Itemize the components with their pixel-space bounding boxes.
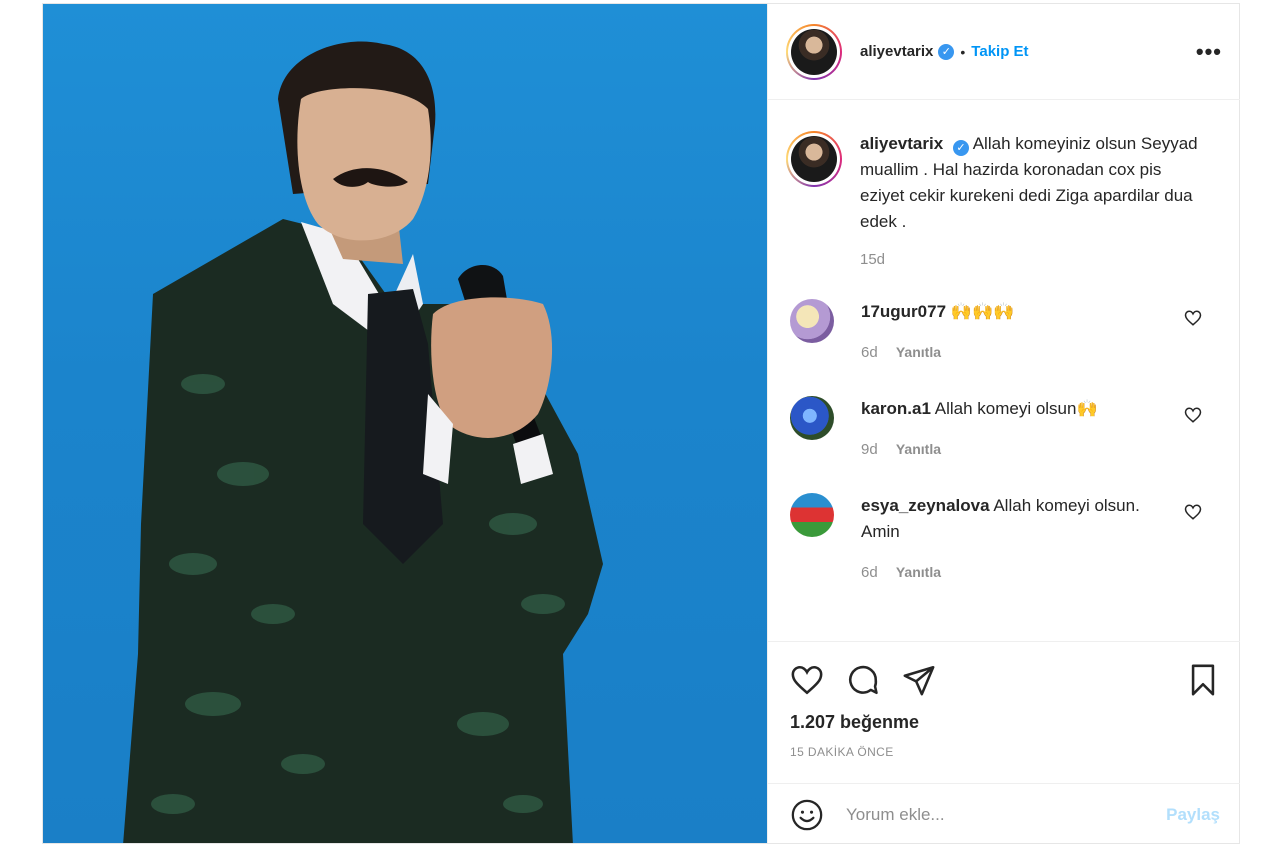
comment-time[interactable]: 6d [861, 564, 878, 581]
reply-button[interactable]: Yanıtla [896, 344, 941, 360]
post-dialog: aliyevtarix ✓ • Takip Et ••• aliyevtarix… [42, 3, 1240, 844]
caption: aliyevtarix ✓ Allah komeyiniz olsun Seyy… [768, 101, 1240, 273]
comment-username[interactable]: karon.a1 [861, 399, 931, 418]
photo-illustration [123, 41, 603, 843]
author-avatar[interactable] [786, 23, 842, 80]
like-comment-heart-icon[interactable] [1184, 406, 1202, 424]
add-comment-bar: Paylaş [768, 783, 1240, 845]
comment-text: 🙌🙌🙌 [950, 302, 1015, 322]
comment-meta: 6d Yanıtla [861, 559, 1161, 586]
caption-username[interactable]: aliyevtarix [860, 134, 943, 153]
comment-meta: 6d Yanıtla [861, 339, 1161, 366]
more-options-icon[interactable]: ••• [1196, 39, 1222, 65]
post-header: aliyevtarix ✓ • Takip Et ••• [768, 4, 1240, 100]
comments-list[interactable]: aliyevtarix ✓ Allah komeyiniz olsun Seyy… [768, 101, 1240, 640]
like-comment-heart-icon[interactable] [1184, 309, 1202, 327]
comment-item: 17ugur077 🙌🙌🙌 6d Yanıtla [768, 299, 1240, 366]
save-bookmark-icon[interactable] [1186, 663, 1220, 697]
comment-username[interactable]: esya_zeynalova [861, 496, 990, 515]
post-comment-button[interactable]: Paylaş [1166, 805, 1220, 825]
verified-icon: ✓ [938, 43, 955, 60]
comment-item: karon.a1 Allah komeyi olsun🙌 9d Yanıtla [768, 396, 1240, 463]
commenter-avatar[interactable] [790, 299, 834, 343]
reply-button[interactable]: Yanıtla [896, 564, 941, 580]
post-photo[interactable] [43, 4, 767, 843]
like-heart-icon[interactable] [790, 663, 824, 697]
action-icons [768, 642, 1240, 704]
comment-item: esya_zeynalova Allah komeyi olsun. Amin … [768, 493, 1240, 586]
comment-time[interactable]: 6d [861, 344, 878, 361]
post-timestamp: 15 DAKİKA ÖNCE [790, 745, 894, 759]
comment-meta: 9d Yanıtla [861, 436, 1161, 463]
comment-input[interactable] [846, 804, 1167, 825]
emoji-smile-icon[interactable] [790, 798, 824, 832]
comment-text: Allah komeyi olsun🙌 [934, 399, 1098, 418]
reply-button[interactable]: Yanıtla [896, 441, 941, 457]
comment-username[interactable]: 17ugur077 [861, 302, 946, 321]
share-send-icon[interactable] [902, 663, 936, 697]
follow-button[interactable]: Takip Et [971, 43, 1028, 60]
like-comment-heart-icon[interactable] [1184, 503, 1202, 521]
caption-avatar[interactable] [786, 131, 842, 187]
commenter-avatar[interactable] [790, 396, 834, 440]
post-actions: 1.207 beğenme 15 DAKİKA ÖNCE Paylaş [768, 641, 1240, 845]
comment-bubble-icon[interactable] [846, 663, 880, 697]
verified-icon: ✓ [952, 140, 969, 156]
author-username[interactable]: aliyevtarix [860, 43, 933, 60]
comment-time[interactable]: 9d [861, 441, 878, 458]
likes-count[interactable]: 1.207 beğenme [768, 704, 1240, 733]
post-sidebar: aliyevtarix ✓ • Takip Et ••• aliyevtarix… [767, 4, 1240, 843]
caption-time[interactable]: 15d [860, 247, 1210, 273]
header-separator: • [960, 43, 966, 60]
commenter-avatar[interactable] [790, 493, 834, 537]
